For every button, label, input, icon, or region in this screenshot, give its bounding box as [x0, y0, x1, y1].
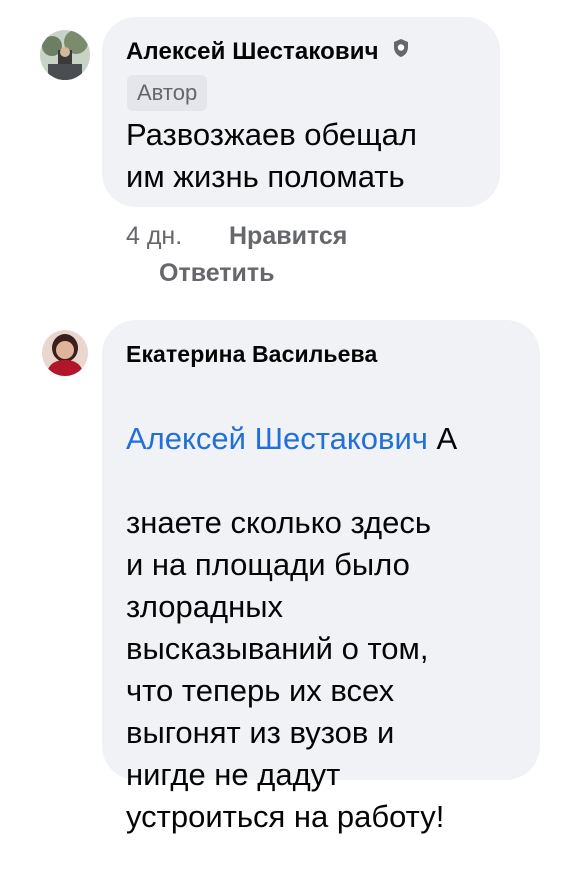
comment-author-aleksey[interactable]: Алексей Шестакович [126, 38, 411, 67]
author-chip: Автор [127, 75, 208, 111]
comment-bubble-ekaterina: Екатерина Васильева Алексей Шестакович А… [102, 320, 540, 834]
comment-first-line: Алексей Шестакович А [126, 418, 536, 460]
comment-first-line-text: А [427, 421, 458, 456]
comment-text-aleksey: Развозжаев обещал им жизнь поломать [126, 117, 418, 194]
shield-badge-icon [391, 37, 411, 65]
avatar-aleksey[interactable] [40, 30, 90, 80]
reply-button[interactable]: Ответить [159, 259, 275, 288]
like-button[interactable]: Нравится [229, 222, 347, 251]
comment-author-ekaterina[interactable]: Екатерина Васильева [126, 341, 377, 368]
avatar-ekaterina[interactable] [42, 330, 88, 376]
comment-timestamp[interactable]: 4 дн. [126, 222, 182, 251]
comment-bubble-aleksey: Алексей Шестакович Автор Развозжаев обещ… [102, 17, 500, 207]
author-name-text[interactable]: Алексей Шестакович [126, 38, 379, 65]
comment-text-ekaterina: Алексей Шестакович А знаете сколько здес… [126, 376, 536, 880]
comment-body: знаете сколько здесь и на площади было з… [126, 505, 445, 834]
mention-link[interactable]: Алексей Шестакович [126, 421, 428, 456]
